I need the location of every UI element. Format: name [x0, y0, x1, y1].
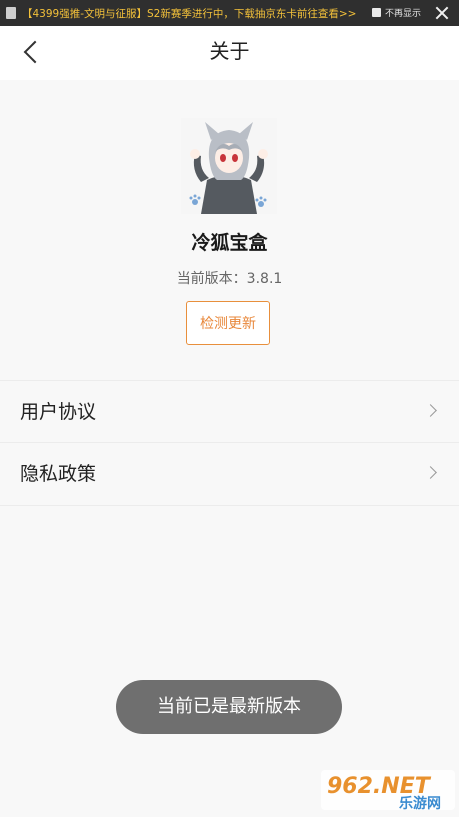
app-logo-illustration — [181, 118, 277, 214]
back-arrow-icon[interactable] — [20, 38, 46, 64]
toast-message: 当前已是最新版本 — [116, 680, 342, 734]
watermark-logo: 962.NET 乐游网 — [321, 768, 455, 812]
menu-item-label: 隐私政策 — [20, 463, 97, 485]
ad-banner[interactable]: 【4399强推-文明与征服】S2新赛季进行中，下载抽京东卡前往查看>> 不再显示 — [0, 0, 459, 26]
app-name: 冷狐宝盒 — [191, 232, 268, 254]
menu-item-privacy-policy[interactable]: 隐私政策 — [0, 442, 459, 506]
settings-menu: 用户协议 隐私政策 — [0, 380, 459, 506]
no-show-checkbox[interactable] — [372, 8, 381, 17]
app-logo — [181, 118, 277, 214]
ad-banner-text[interactable]: 【4399强推-文明与征服】S2新赛季进行中，下载抽京东卡前往查看>> — [22, 6, 356, 21]
page-title: 关于 — [209, 39, 250, 63]
watermark-sub: 乐游网 — [399, 795, 441, 812]
ad-app-icon — [6, 7, 16, 19]
no-show-label[interactable]: 不再显示 — [385, 6, 421, 19]
menu-item-user-agreement[interactable]: 用户协议 — [0, 380, 459, 442]
chevron-right-icon — [424, 404, 437, 417]
app-info-section: 冷狐宝盒 当前版本：3.8.1 检测更新 — [0, 80, 459, 380]
watermark-graphic: 962.NET 乐游网 — [321, 770, 455, 812]
chevron-right-icon — [424, 466, 437, 479]
menu-item-label: 用户协议 — [20, 401, 97, 423]
app-version: 当前版本：3.8.1 — [176, 271, 283, 287]
top-nav-bar: 关于 — [0, 26, 459, 80]
check-update-button[interactable]: 检测更新 — [186, 301, 270, 345]
close-icon[interactable] — [433, 4, 451, 22]
